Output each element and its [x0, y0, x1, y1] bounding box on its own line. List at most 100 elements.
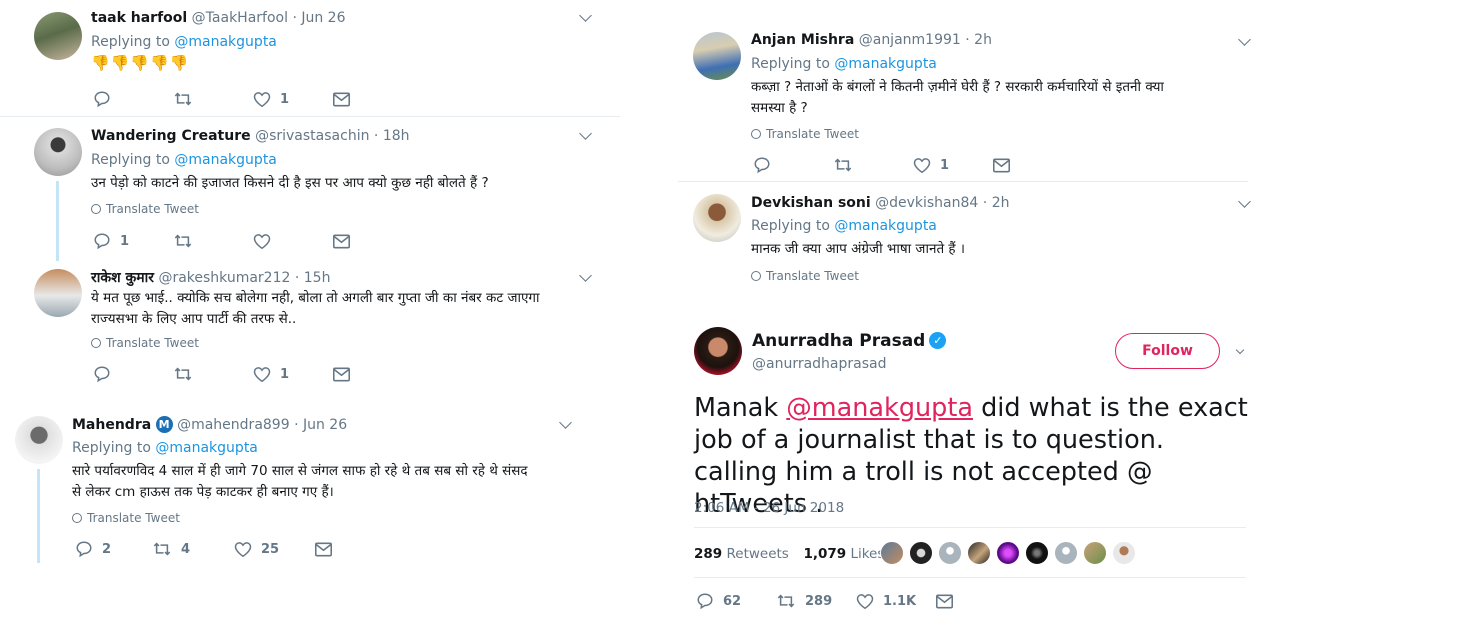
author-handle[interactable]: @mahendra899 [177, 417, 290, 433]
like-button[interactable] [253, 231, 280, 251]
avatar[interactable] [967, 541, 991, 565]
avatar[interactable] [34, 128, 82, 176]
avatar[interactable] [1054, 541, 1078, 565]
avatar[interactable] [15, 416, 63, 464]
like-button[interactable]: 1 [253, 89, 289, 109]
avatar[interactable] [34, 269, 82, 317]
tweet-actions: 2 4 25 [75, 539, 345, 559]
mention-link[interactable]: @manakgupta [155, 440, 258, 456]
like-button[interactable]: 1.1K [856, 591, 916, 611]
author-handle[interactable]: @rakeshkumar212 [158, 270, 290, 286]
chevron-down-icon[interactable] [579, 269, 592, 282]
author-handle[interactable]: @anjanm1991 [859, 32, 961, 48]
reply-button[interactable] [93, 89, 120, 109]
avatar[interactable] [938, 541, 962, 565]
tweet-time[interactable]: Jun 26 [303, 417, 347, 433]
avatar[interactable] [996, 541, 1020, 565]
author-name[interactable]: Mahendra [72, 417, 151, 433]
author-handle[interactable]: @srivastasachin [255, 128, 369, 144]
translate-tweet-link[interactable]: Translate Tweet [751, 127, 859, 141]
author-name[interactable]: Wandering Creature [91, 128, 251, 144]
tweet-text: कब्ज़ा ? नेताओं के बंगलों ने कितनी ज़मीन… [751, 79, 1164, 116]
author-name[interactable]: taak harfool [91, 10, 187, 26]
mention-link[interactable]: @manakgupta [834, 56, 937, 72]
mention-link[interactable]: @manakgupta [786, 393, 973, 423]
chevron-down-icon[interactable] [1238, 33, 1251, 46]
chevron-down-icon[interactable] [579, 127, 592, 140]
replying-to: Replying to @manakgupta [751, 218, 937, 234]
author-name[interactable]: Anjan Mishra [751, 32, 854, 48]
reply-button[interactable]: 2 [75, 539, 111, 559]
like-button[interactable]: 1 [253, 364, 289, 384]
dm-button[interactable] [333, 364, 350, 384]
likes-stat[interactable]: 1,079 Likes [803, 546, 884, 562]
verified-badge-icon: ✓ [929, 332, 947, 349]
chevron-down-icon[interactable] [1238, 195, 1251, 208]
author-handle[interactable]: @devkishan84 [875, 195, 978, 211]
tweet-header: राकेश कुमार @rakeshkumar212 · 15h [91, 270, 331, 286]
avatar[interactable] [693, 32, 741, 80]
retweet-button[interactable] [173, 364, 202, 384]
avatar[interactable] [34, 12, 82, 60]
divider [678, 181, 1248, 182]
globe-icon [91, 204, 101, 214]
tweet-time[interactable]: 2h [974, 32, 992, 48]
retweet-button[interactable] [173, 89, 202, 109]
translate-tweet-link[interactable]: Translate Tweet [91, 336, 199, 350]
reply-button[interactable] [753, 155, 780, 175]
avatar[interactable] [694, 327, 742, 375]
like-button[interactable]: 25 [234, 539, 279, 559]
avatar[interactable] [880, 541, 904, 565]
like-count: 1 [940, 157, 950, 173]
avatar[interactable] [1083, 541, 1107, 565]
chevron-down-icon[interactable] [559, 416, 572, 429]
dm-button[interactable] [333, 231, 350, 251]
author-name[interactable]: Devkishan soni [751, 195, 871, 211]
translate-tweet-link[interactable]: Translate Tweet [72, 511, 180, 525]
retweet-button[interactable]: 289 [776, 591, 832, 611]
avatar[interactable] [909, 541, 933, 565]
tweet-time[interactable]: 2h [992, 195, 1010, 211]
mention-link[interactable]: @manakgupta [834, 218, 937, 234]
retweets-stat[interactable]: 289 Retweets [694, 546, 789, 562]
translate-tweet-link[interactable]: Translate Tweet [751, 269, 859, 283]
tweet-text: सारे पर्यावरणविद 4 साल में ही जागे 70 सा… [72, 463, 528, 500]
tweet-time[interactable]: 15h [304, 270, 331, 286]
dm-button[interactable] [993, 155, 1010, 175]
reply-icon [697, 593, 713, 610]
avatar[interactable] [1025, 541, 1049, 565]
dm-button[interactable] [333, 89, 350, 109]
avatar[interactable] [693, 194, 741, 242]
chevron-down-icon[interactable] [1235, 345, 1245, 355]
reply-button[interactable]: 62 [696, 591, 741, 611]
like-count: 25 [261, 541, 280, 557]
reply-count: 1 [120, 233, 130, 249]
like-button[interactable]: 1 [913, 155, 949, 175]
retweet-icon [174, 92, 192, 106]
author-handle[interactable]: @TaakHarfool [192, 10, 288, 26]
mention-link[interactable]: @manakgupta [174, 34, 277, 50]
chevron-down-icon[interactable] [579, 9, 592, 22]
reply-button[interactable] [93, 364, 120, 384]
tweet-actions: 1 [93, 89, 363, 109]
replying-to: Replying to @manakgupta [72, 440, 258, 456]
author-name[interactable]: राकेश कुमार [91, 270, 154, 286]
avatar[interactable] [1112, 541, 1136, 565]
translate-tweet-link[interactable]: Translate Tweet [91, 202, 199, 216]
dm-button[interactable] [936, 591, 953, 611]
thread-line [56, 181, 59, 261]
author-name[interactable]: Anurradha Prasad [752, 331, 925, 351]
tweet-time[interactable]: 18h [383, 128, 410, 144]
mention-link[interactable]: @manakgupta [174, 152, 277, 168]
like-count: 1.1K [883, 593, 917, 609]
follow-button[interactable]: Follow [1115, 333, 1220, 369]
retweet-icon [153, 542, 171, 556]
reply-button[interactable]: 1 [93, 231, 129, 251]
dm-button[interactable] [315, 539, 332, 559]
tweet-time[interactable]: Jun 26 [301, 10, 345, 26]
retweet-button[interactable]: 4 [152, 539, 190, 559]
author-handle[interactable]: @anurradhaprasad [752, 356, 887, 372]
tweet-timestamp[interactable]: 2:06 AM - 26 Jun 2018 [694, 500, 844, 516]
retweet-button[interactable] [833, 155, 862, 175]
retweet-button[interactable] [173, 231, 202, 251]
